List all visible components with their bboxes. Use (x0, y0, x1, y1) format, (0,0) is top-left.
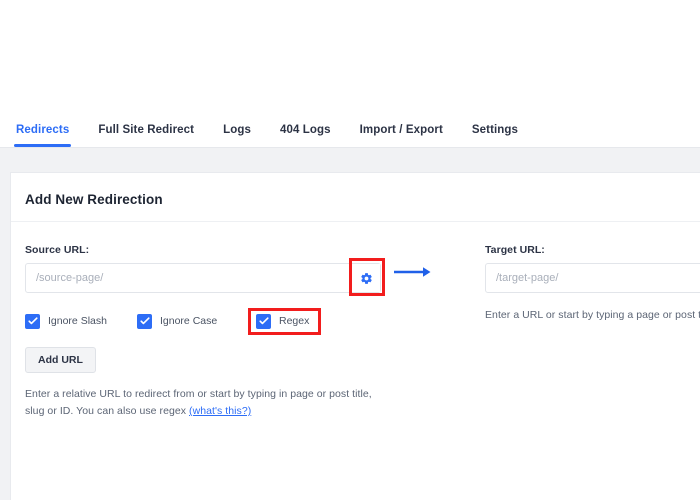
tab-list: Redirects Full Site Redirect Logs 404 Lo… (0, 99, 700, 147)
source-url-column: Source URL: /source-page/ Ignore Slash I… (25, 244, 385, 420)
tab-import-export-label: Import / Export (359, 124, 443, 136)
tab-full-site-redirect-label: Full Site Redirect (98, 124, 195, 136)
card-body: Source URL: /source-page/ Ignore Slash I… (11, 222, 700, 492)
tab-import-export[interactable]: Import / Export (360, 124, 443, 147)
tab-404-logs[interactable]: 404 Logs (280, 124, 331, 147)
card-header: Add New Redirection (11, 173, 700, 222)
source-url-label: Source URL: (25, 244, 90, 256)
source-url-hint: Enter a relative URL to redirect from or… (25, 386, 385, 420)
checkbox-ignore-slash[interactable]: Ignore Slash (25, 313, 137, 329)
options-checkbox-row: Ignore Slash Ignore Case Regex (25, 307, 381, 335)
target-url-input[interactable] (485, 263, 700, 293)
tab-logs-label: Logs (223, 124, 251, 136)
source-url-input[interactable] (25, 263, 381, 293)
source-url-input-wrap (25, 258, 385, 296)
whats-this-link[interactable]: (what's this?) (189, 405, 251, 417)
tab-full-site-redirect[interactable]: Full Site Redirect (98, 124, 194, 147)
tab-404-logs-label: 404 Logs (279, 124, 331, 136)
target-url-input-wrap (485, 263, 700, 293)
checkbox-ignore-slash-label: Ignore Slash (48, 315, 107, 327)
target-url-column: Target URL: Enter a URL or start by typi… (485, 244, 700, 420)
arrow-right-icon (394, 267, 431, 277)
add-new-redirection-card: Add New Redirection Source URL: /source-… (10, 172, 700, 500)
blank-top-area (0, 0, 700, 99)
checkmark-icon (25, 313, 40, 329)
checkmark-icon (137, 313, 152, 329)
checkmark-icon (256, 313, 271, 329)
target-url-hint: Enter a URL or start by typing a page or… (485, 309, 700, 321)
form-columns: Source URL: /source-page/ Ignore Slash I… (25, 244, 700, 420)
tab-settings[interactable]: Settings (472, 124, 518, 147)
target-url-label: Target URL: (485, 244, 545, 256)
checkbox-ignore-case-label: Ignore Case (160, 315, 218, 327)
arrow-column (381, 244, 485, 420)
tab-redirects-label: Redirects (16, 124, 70, 136)
tab-redirects[interactable]: Redirects (13, 124, 72, 147)
tab-logs[interactable]: Logs (223, 124, 251, 147)
checkbox-regex-label: Regex (279, 315, 310, 327)
tab-bar: Redirects Full Site Redirect Logs 404 Lo… (0, 99, 700, 148)
add-url-button-label: Add URL (38, 354, 83, 366)
tab-settings-label: Settings (471, 124, 519, 136)
checkbox-ignore-case[interactable]: Ignore Case (137, 313, 232, 329)
page-title: Add New Redirection (25, 192, 163, 207)
checkbox-regex[interactable]: Regex (248, 307, 322, 335)
gear-icon[interactable] (352, 264, 380, 292)
add-url-button[interactable]: Add URL (25, 347, 96, 373)
